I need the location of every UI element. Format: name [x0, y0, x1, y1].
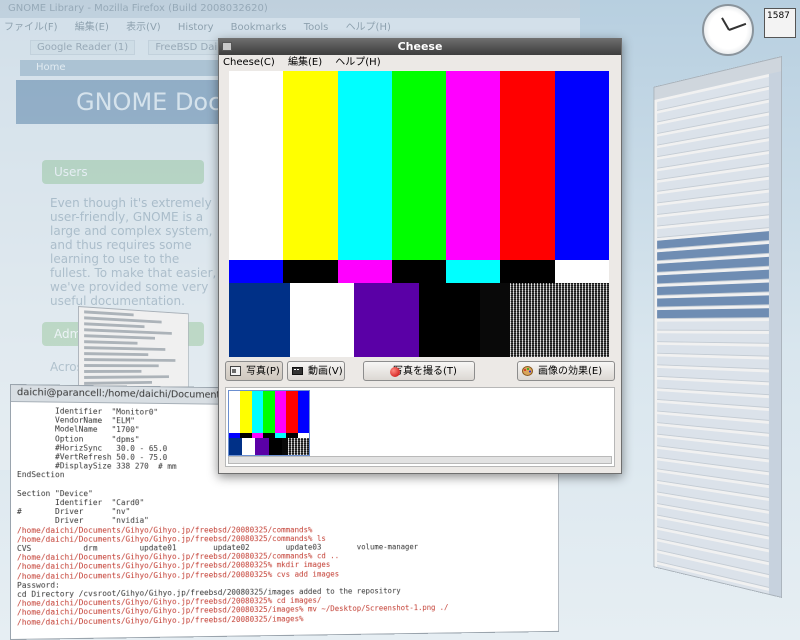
webcam-viewfinder — [229, 71, 609, 357]
color-bar-bottom — [269, 438, 282, 455]
firefox-menu-item[interactable]: ヘルプ(H) — [346, 22, 391, 33]
users-button[interactable]: Users — [42, 160, 204, 184]
color-bar-bottom — [255, 438, 270, 455]
text-line — [84, 310, 134, 317]
firefox-menu-item[interactable]: ファイル(F) — [4, 22, 58, 33]
text-line — [84, 322, 145, 329]
take-photo-button[interactable]: 写真を撮る(T) — [363, 361, 475, 381]
list-item[interactable] — [657, 333, 778, 344]
color-bar — [263, 391, 276, 433]
system-monitor-widget[interactable]: 1587 — [764, 8, 796, 38]
color-bar — [240, 391, 253, 433]
list-item[interactable] — [657, 308, 778, 319]
text-line — [84, 375, 169, 379]
color-bar — [286, 391, 299, 433]
noise-patch — [288, 438, 309, 455]
cheese-button-row: 写真(P) 動画(V) 写真を撮る(T) 画像の効果(E) — [225, 361, 615, 383]
effects-button[interactable]: 画像の効果(E) — [517, 361, 615, 381]
color-bar-mid — [446, 260, 502, 283]
color-bar-mid — [500, 260, 556, 283]
noise-patch — [510, 283, 609, 357]
clock-minute-hand — [728, 22, 747, 31]
system-monitor-value: 1587 — [767, 11, 790, 21]
color-bar-mid — [283, 260, 339, 283]
window-menu-icon[interactable] — [222, 42, 232, 51]
photo-icon — [230, 366, 241, 376]
video-icon — [292, 367, 303, 375]
color-bar — [554, 71, 609, 260]
menu-edit[interactable]: 編集(E) — [288, 57, 322, 68]
text-line — [84, 340, 138, 345]
text-line — [84, 352, 149, 357]
gnome-intro-text: Even though it's extremely user-friendly… — [50, 196, 217, 308]
terminal-line: # Driver "nv" — [16, 507, 131, 517]
color-bar-mid — [554, 260, 609, 283]
color-bar — [500, 71, 556, 260]
color-bar-bottom — [241, 438, 256, 455]
photo-mode-label: 写真(P) — [246, 366, 280, 377]
color-bar — [251, 391, 264, 433]
list-item[interactable] — [657, 282, 778, 296]
color-bar-bottom — [229, 438, 242, 455]
list-item[interactable] — [657, 321, 778, 331]
photo-thumbnail-strip[interactable] — [225, 387, 615, 467]
right-rotated-window[interactable] — [653, 56, 782, 598]
cheese-titlebar[interactable]: Cheese — [219, 39, 621, 55]
color-bar — [274, 391, 287, 433]
firefox-menu-item[interactable]: 表示(V) — [126, 22, 161, 33]
color-bar — [391, 71, 447, 260]
color-bar-mid — [229, 260, 284, 283]
cheese-window[interactable]: Cheese Cheese(C) 編集(E) ヘルプ(H) 写真(P) 動画(V… — [218, 38, 622, 474]
video-mode-label: 動画(V) — [308, 366, 343, 377]
photo-mode-button[interactable]: 写真(P) — [225, 361, 283, 381]
firefox-menu-item[interactable]: Bookmarks — [231, 22, 287, 33]
color-bar-bottom — [289, 283, 355, 357]
menu-cheese[interactable]: Cheese(C) — [223, 57, 275, 68]
color-bar — [229, 391, 241, 433]
color-bar-bottom — [229, 283, 290, 357]
right-window-sidebar — [768, 71, 782, 598]
list-item[interactable] — [657, 295, 778, 308]
firefox-title: GNOME Library - Mozilla Firefox (Build 2… — [0, 0, 580, 18]
cheese-menubar: Cheese(C) 編集(E) ヘルプ(H) — [219, 55, 621, 71]
effects-palette-icon — [522, 366, 533, 376]
color-bar-bottom — [354, 283, 420, 357]
cheese-title: Cheese — [397, 40, 443, 53]
list-item[interactable] — [657, 344, 778, 357]
firefox-tab[interactable]: Google Reader (1) — [30, 40, 136, 55]
photo-thumbnail[interactable] — [228, 390, 310, 456]
right-window-list — [654, 74, 781, 598]
text-line — [84, 358, 176, 362]
color-bar-bottom — [419, 283, 480, 357]
firefox-menubar: ファイル(F) 編集(E) 表示(V) History Bookmarks To… — [4, 18, 405, 34]
firefox-menu-item[interactable]: Tools — [304, 22, 329, 33]
color-bar — [297, 391, 309, 433]
color-bar — [229, 71, 284, 260]
effects-label: 画像の効果(E) — [538, 366, 603, 377]
text-line — [84, 334, 156, 340]
text-line — [84, 364, 159, 368]
firefox-menu-item[interactable]: 編集(E) — [75, 22, 109, 33]
color-bar — [337, 71, 393, 260]
menu-help[interactable]: ヘルプ(H) — [335, 57, 380, 68]
take-photo-label: 写真を撮る(T) — [393, 366, 457, 377]
text-line — [84, 369, 142, 373]
color-bar-mid — [337, 260, 393, 283]
record-icon — [390, 367, 400, 377]
color-bar — [283, 71, 339, 260]
firefox-menu-item[interactable]: History — [178, 22, 214, 33]
firefox-home-link[interactable]: Home — [20, 60, 236, 76]
text-line — [84, 346, 166, 351]
video-mode-button[interactable]: 動画(V) — [287, 361, 345, 381]
thumbnail-scrollbar[interactable] — [228, 456, 612, 464]
color-bar — [446, 71, 502, 260]
color-bar-bottom — [479, 283, 511, 357]
color-bar-mid — [391, 260, 447, 283]
clock-icon[interactable] — [702, 4, 754, 56]
terminal-line: Identifier "Card0" — [16, 498, 145, 508]
